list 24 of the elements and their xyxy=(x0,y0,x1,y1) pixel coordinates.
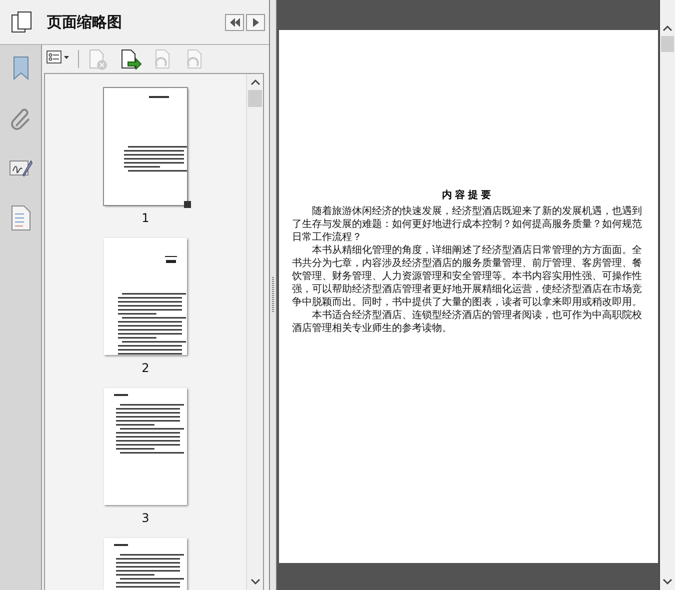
page-number: 3 xyxy=(142,511,150,525)
bookmark-icon xyxy=(10,55,30,81)
page-number: 1 xyxy=(142,211,150,225)
panel-title: 页面缩略图 xyxy=(47,12,123,32)
page-number: 2 xyxy=(142,361,150,375)
page-heading: 内容提要 xyxy=(442,188,494,202)
pages-icon xyxy=(10,10,34,34)
page-paragraph: 本书从精细化管理的角度，详细阐述了经济型酒店日常管理的方方面面。全书共分为七章，内容涉及经济型酒店的服务质量管理、前厅管理、客房管理、餐饮管理、财务管理、人力资源管理和安全管理等。本书内容实用性强、可操作性强，可以帮助经济型酒店管理者更好地开展精细化运营，使经济型酒店在市场竞争中脱颖而出。同时，书中提供了大量的图表，读者可以拿来即用或稍改即用。 xyxy=(292,244,643,309)
page-arrow-icon xyxy=(119,48,143,70)
page-thumbnail[interactable] xyxy=(104,88,187,205)
scrollbar-thumb[interactable] xyxy=(661,36,674,52)
expand-button[interactable] xyxy=(246,14,265,30)
scrollbar-thumb[interactable] xyxy=(248,90,262,107)
page-thumbnail[interactable] xyxy=(104,238,187,355)
insert-page-button[interactable] xyxy=(119,47,143,71)
document-icon xyxy=(10,205,30,231)
right-arrow-icon xyxy=(252,18,258,26)
page-thumbnail[interactable] xyxy=(104,388,187,505)
double-left-arrow-icon xyxy=(230,18,240,26)
page-paragraph: 随着旅游休闲经济的快速发展，经济型酒店既迎来了新的发展机遇，也遇到了生存与发展的难题：如何更好地进行成本控制？如何提高服务质量？如何规范日常工作流程？ xyxy=(292,205,643,244)
paperclip-icon xyxy=(10,106,32,130)
collapse-button[interactable] xyxy=(225,14,244,30)
page-paragraph: 本书适合经济型酒店、连锁型经济酒店的管理者阅读，也可作为中高职院校酒店管理相关专业师生的参考读物。 xyxy=(292,309,643,335)
resize-handle-icon[interactable] xyxy=(184,201,191,208)
